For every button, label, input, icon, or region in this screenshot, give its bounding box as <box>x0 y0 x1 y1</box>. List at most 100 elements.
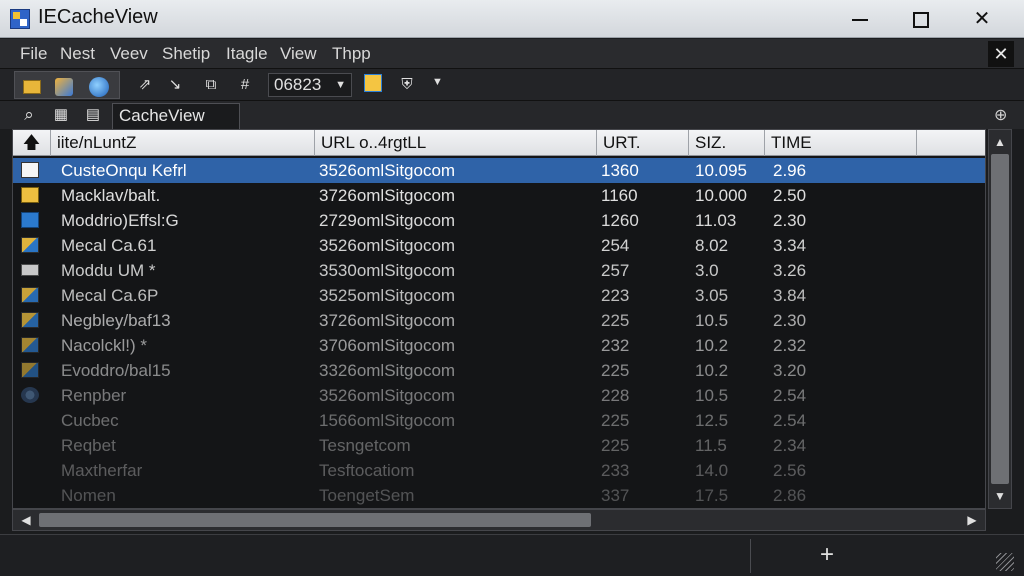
cell-time: 2.34 <box>773 436 807 455</box>
menu-view[interactable]: View <box>280 44 317 64</box>
table-row[interactable]: Nomen ToengetSem 337 17.5 2.86 <box>13 483 985 508</box>
app-icon <box>10 9 30 29</box>
properties-icon[interactable] <box>364 74 382 92</box>
cell-urt: 225 <box>601 361 630 380</box>
cell-urt: 1360 <box>601 161 639 180</box>
cell-name: Negbley/baf13 <box>61 311 171 330</box>
cell-size: 10.5 <box>695 386 729 405</box>
cell-name: Moddu UM * <box>61 261 156 280</box>
sort-column-header[interactable]: 🡅 <box>13 130 51 156</box>
cell-size: 10.2 <box>695 361 729 380</box>
image-icon <box>21 312 39 328</box>
column-header-time[interactable]: TIME <box>765 130 917 156</box>
cell-urt: 225 <box>601 411 630 430</box>
cell-url: 2729omlSitgocom <box>319 211 456 230</box>
cell-time: 3.84 <box>773 286 807 305</box>
cell-url: Tesftocatiom <box>319 461 415 480</box>
menu-thpp[interactable]: Thpp <box>332 44 371 64</box>
menu-veev[interactable]: Veev <box>110 44 148 64</box>
menu-file[interactable]: File <box>20 44 47 64</box>
cell-size: 11.03 <box>695 211 737 230</box>
cell-url: ToengetSem <box>319 486 415 505</box>
cell-urt: 257 <box>601 261 630 280</box>
scroll-left-icon[interactable]: ◀ <box>15 510 37 530</box>
cell-urt: 254 <box>601 236 630 255</box>
grid-icon[interactable]: # <box>234 74 256 96</box>
add-icon[interactable]: + <box>820 541 834 569</box>
cell-url: 3726omlSitgocom <box>319 186 456 205</box>
shield-icon[interactable]: ⛨ <box>396 74 418 96</box>
table-row[interactable]: Evoddro/bal15 3326omlSitgocom 225 10.2 3.20 <box>13 358 985 383</box>
add-tab-icon[interactable]: ⊕ <box>994 105 1007 125</box>
cell-time: 3.20 <box>773 361 807 380</box>
cell-name: Nomen <box>61 486 116 505</box>
address-row: ⌕ ▦ ▤ CacheView ⊕ <box>0 101 1024 129</box>
cell-time: 2.54 <box>773 411 807 430</box>
column-header-urt[interactable]: URT. <box>597 130 689 156</box>
table-row[interactable]: Negbley/baf13 3726omlSitgocom 225 10.5 2.30 <box>13 308 985 333</box>
cell-urt: 232 <box>601 336 630 355</box>
menu-close-button[interactable]: ✕ <box>988 41 1014 67</box>
menu-itagle[interactable]: Itagle <box>226 44 268 64</box>
cell-time: 2.86 <box>773 486 807 505</box>
table-row[interactable]: CusteOnqu Kefrl 3526omlSitgocom 1360 10.095… <box>13 158 985 183</box>
cursor-icon[interactable]: ↘ <box>164 74 186 96</box>
list-icon[interactable]: ▤ <box>82 104 104 126</box>
toolbar: ⇗ ↘ ⧉ # 06823 ▼ ⛨ ▼ <box>0 69 1024 101</box>
view-icon[interactable]: ▦ <box>50 104 72 126</box>
folder-icon <box>21 212 39 228</box>
cell-url: 3726omlSitgocom <box>319 311 456 330</box>
window-title: IECacheView <box>38 6 158 28</box>
minimize-button[interactable] <box>832 0 888 38</box>
zoom-select[interactable]: 06823 ▼ <box>268 73 352 97</box>
open-folder-icon[interactable] <box>23 80 41 94</box>
cell-size: 3.05 <box>695 286 729 305</box>
resize-grip-icon[interactable] <box>996 553 1014 571</box>
close-button[interactable]: ✕ <box>954 0 1010 38</box>
plugin-icon[interactable] <box>55 78 73 96</box>
cell-url: 3326omlSitgocom <box>319 361 456 380</box>
column-header-url[interactable]: URL o..4rgtLL <box>315 130 597 156</box>
list-header: 🡅 iite/nLuntZ URL o..4rgtLL URT. SIZ. TI… <box>13 130 985 156</box>
cell-url: 3526omlSitgocom <box>319 161 456 180</box>
cell-urt: 223 <box>601 286 630 305</box>
table-row[interactable]: Mecal Ca.6P 3525omlSitgocom 223 3.05 3.84 <box>13 283 985 308</box>
vertical-scroll-thumb[interactable] <box>991 154 1009 484</box>
horizontal-scrollbar[interactable]: ◀ ▶ <box>12 509 986 531</box>
cell-size: 3.0 <box>695 261 719 280</box>
scroll-up-icon[interactable]: ▲ <box>989 132 1011 152</box>
table-row[interactable]: Macklav/balt. 3726omlSitgocom 1160 10.000 2.… <box>13 183 985 208</box>
table-row[interactable]: Moddu UM * 3530omlSitgocom 257 3.0 3.26 <box>13 258 985 283</box>
cell-name: Moddrio)Effsl:G <box>61 211 179 230</box>
tab-cacheview[interactable]: CacheView <box>112 103 240 129</box>
cache-list[interactable]: 🡅 iite/nLuntZ URL o..4rgtLL URT. SIZ. TI… <box>12 129 986 509</box>
cell-urt: 1260 <box>601 211 639 230</box>
close-icon: ✕ <box>973 8 991 30</box>
table-row[interactable]: Renpber 3526omlSitgocom 228 10.5 2.54 <box>13 383 985 408</box>
vertical-scrollbar[interactable]: ▲ ▼ <box>988 129 1012 509</box>
table-row[interactable]: Mecal Ca.61 3526omlSitgocom 254 8.02 3.34 <box>13 233 985 258</box>
scroll-right-icon[interactable]: ▶ <box>961 510 983 530</box>
cell-url: 3525omlSitgocom <box>319 286 456 305</box>
menu-nest[interactable]: Nest <box>60 44 95 64</box>
column-header-name[interactable]: iite/nLuntZ <box>51 130 315 156</box>
cell-size: 14.0 <box>695 461 729 480</box>
table-row[interactable]: Maxtherfar Tesftocatiom 233 14.0 2.56 <box>13 458 985 483</box>
menu-shetip[interactable]: Shetip <box>162 44 210 64</box>
copy-icon[interactable]: ⧉ <box>200 74 222 96</box>
table-row[interactable]: Nacolckl!) * 3706omlSitgocom 232 10.2 2.32 <box>13 333 985 358</box>
table-row[interactable]: Moddrio)Effsl:G 2729omlSitgocom 1260 11.03 2… <box>13 208 985 233</box>
scroll-down-icon[interactable]: ▼ <box>989 486 1011 506</box>
search-icon[interactable]: ⌕ <box>18 104 40 126</box>
toolbar-more-dropdown[interactable]: ▼ <box>432 76 443 88</box>
maximize-button[interactable] <box>893 0 949 38</box>
horizontal-scroll-thumb[interactable] <box>39 513 591 527</box>
cell-time: 2.96 <box>773 161 807 180</box>
table-row[interactable]: Cucbec 1566omlSitgocom 225 12.5 2.54 <box>13 408 985 433</box>
table-row[interactable]: Reqbet Tesngetcom 225 11.5 2.34 <box>13 433 985 458</box>
title-bar[interactable]: IECacheView ✕ <box>0 0 1024 38</box>
column-header-size[interactable]: SIZ. <box>689 130 765 156</box>
chart-icon[interactable]: ⇗ <box>134 74 156 96</box>
globe-icon[interactable] <box>89 77 109 97</box>
image-icon <box>21 237 39 253</box>
